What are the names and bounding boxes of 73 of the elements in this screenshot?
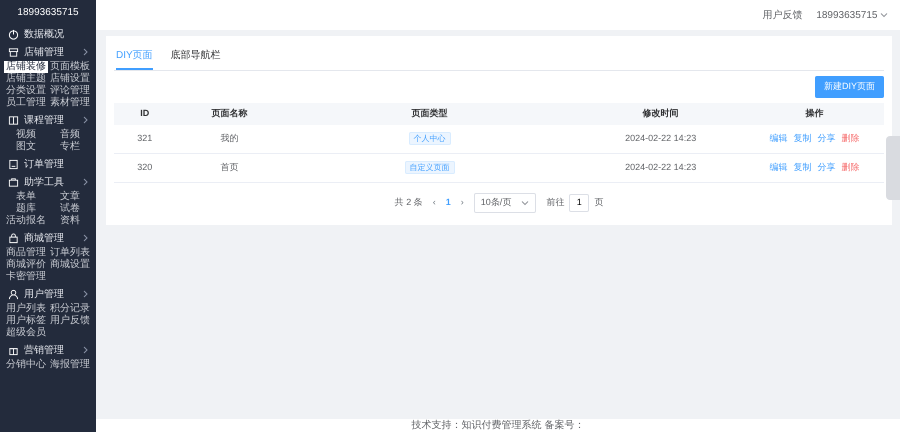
sidebar-item[interactable]: 卡密管理 (4, 271, 48, 283)
column-header: 页面类型 (283, 102, 576, 124)
sidebar-item[interactable]: 店铺主题 (4, 73, 48, 85)
sidebar-group[interactable]: 营销管理 (0, 341, 96, 359)
account-menu[interactable]: 18993635715 (816, 8, 878, 22)
sidebar-item[interactable]: 积分记录 (48, 303, 92, 315)
next-page-button[interactable]: › (460, 196, 464, 210)
sidebar-item[interactable]: 题库 (14, 203, 38, 215)
sidebar-item[interactable]: 表单 (14, 191, 38, 203)
sidebar-item[interactable]: 用户标签 (4, 315, 48, 327)
menu-group-icon (8, 114, 19, 126)
column-header: 操作 (745, 102, 884, 124)
goto-label: 前往 (546, 196, 564, 209)
sidebar-item[interactable]: 图文 (14, 141, 38, 153)
table-cell: 2024-02-22 14:23 (576, 124, 746, 154)
table-cell: 2024-02-22 14:23 (576, 154, 746, 182)
sidebar-group[interactable]: 店铺管理 (0, 43, 96, 61)
menu-group-icon (8, 28, 19, 40)
page-size-select[interactable]: 10条/页 (474, 193, 536, 212)
sidebar-item[interactable]: 素材管理 (48, 97, 92, 109)
column-header: ID (114, 102, 176, 124)
menu-group-icon (8, 158, 19, 170)
sidebar-item[interactable]: 资料 (58, 215, 82, 227)
sidebar-item[interactable]: 评论管理 (48, 85, 92, 97)
sidebar-item[interactable]: 文章 (58, 191, 82, 203)
prev-page-button[interactable]: ‹ (432, 196, 436, 210)
sidebar-group[interactable]: 助学工具 (0, 173, 96, 191)
page-type-tag: 自定义页面 (404, 161, 455, 174)
sidebar-item[interactable]: 分销中心 (4, 359, 48, 371)
sidebar-item[interactable]: 店铺设置 (48, 73, 92, 85)
sidebar-item[interactable]: 试卷 (58, 203, 82, 215)
sidebar-group[interactable]: 用户管理 (0, 285, 96, 303)
sidebar-item[interactable]: 商城设置 (48, 259, 92, 271)
sidebar-group[interactable]: 商城管理 (0, 229, 96, 247)
sidebar-item[interactable]: 活动报名 (4, 215, 48, 227)
sidebar-item[interactable]: 视频 (14, 129, 38, 141)
table-cell: 首页 (176, 154, 284, 182)
caret-down-icon (880, 12, 888, 18)
column-header: 页面名称 (176, 102, 284, 124)
column-header: 修改时间 (576, 102, 746, 124)
sidebar-item[interactable]: 音频 (58, 129, 82, 141)
sidebar-item[interactable]: 商城评价 (4, 259, 48, 271)
menu-group-icon (8, 232, 19, 244)
sidebar-item[interactable]: 商品管理 (4, 247, 48, 259)
sidebar-item[interactable]: 分类设置 (4, 85, 48, 97)
table-cell: 320 (114, 154, 176, 182)
sidebar-item[interactable]: 海报管理 (48, 359, 92, 371)
sidebar-group[interactable]: 数据概况 (0, 25, 96, 43)
sidebar-item[interactable]: 店铺装修 (4, 61, 48, 73)
menu-group-icon (8, 46, 19, 58)
sidebar-group[interactable]: 订单管理 (0, 155, 96, 173)
table-cell: 321 (114, 124, 176, 154)
sidebar-item[interactable]: 专栏 (58, 141, 82, 153)
total-count: 共 2 条 (394, 196, 423, 209)
footer-text: 技术支持：知识付费管理系统 备案号： (96, 419, 900, 432)
menu-group-icon (8, 176, 19, 188)
page-input[interactable]: 1 (569, 194, 590, 212)
menu-group-icon (8, 288, 19, 300)
sidebar-item[interactable]: 页面模板 (48, 61, 92, 73)
sidebar-item[interactable]: 员工管理 (4, 97, 48, 109)
page-type-tag: 个人中心 (408, 132, 451, 145)
sidebar-item[interactable]: 用户反馈 (48, 315, 92, 327)
caret-down-icon (521, 200, 530, 206)
sidebar-item[interactable]: 订单列表 (48, 247, 92, 259)
floating-toolbar[interactable] (886, 136, 900, 200)
sidebar-item[interactable]: 用户列表 (4, 303, 48, 315)
tab[interactable]: 底部导航栏 (170, 44, 221, 70)
sidebar-group[interactable]: 课程管理 (0, 111, 96, 129)
feedback-link[interactable]: 用户反馈 (762, 8, 802, 22)
table-cell: 我的 (176, 124, 284, 154)
sidebar-item[interactable]: 超级会员 (4, 327, 48, 339)
account-name: 18993635715 (16, 6, 80, 20)
page-suffix: 页 (594, 196, 604, 209)
